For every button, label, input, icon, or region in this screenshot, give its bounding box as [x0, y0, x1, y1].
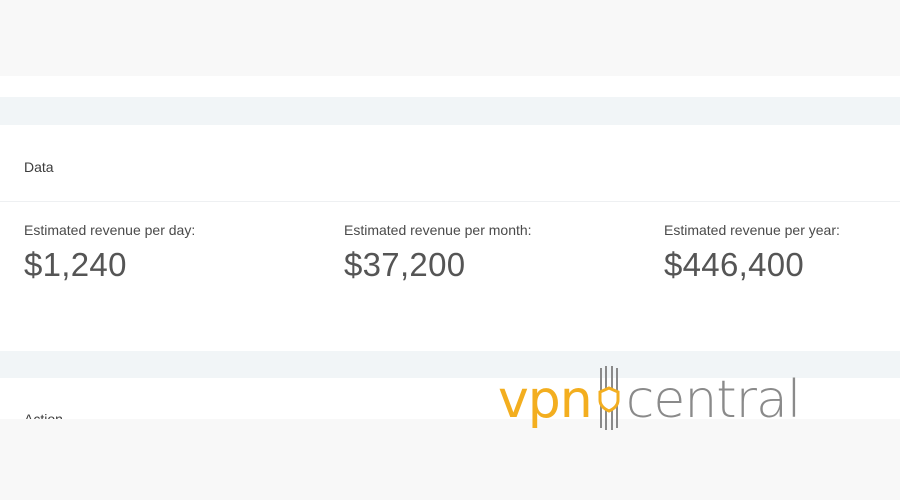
section-separator — [0, 97, 900, 125]
vpncentral-watermark-logo: vpn central — [498, 364, 802, 436]
stat-label: Estimated revenue per day: — [24, 222, 196, 238]
stat-revenue-per-year: Estimated revenue per year: $446,400 — [664, 222, 840, 284]
stat-value: $37,200 — [344, 246, 466, 283]
top-band — [0, 0, 900, 76]
stat-revenue-per-day: Estimated revenue per day: $1,240 — [24, 222, 195, 284]
logo-text-vpn: vpn — [498, 370, 593, 430]
stat-label: Estimated revenue per month: — [344, 222, 532, 238]
card-divider — [0, 201, 900, 202]
section-spacer — [0, 76, 900, 97]
data-card: Data Estimated revenue per day: $1,240 E… — [0, 125, 900, 351]
stat-value: $1,240 — [24, 246, 127, 283]
stat-value: $446,400 — [664, 246, 805, 283]
logo-text-central: central — [625, 370, 802, 430]
shield-icon — [596, 365, 622, 435]
stat-label: Estimated revenue per year: — [664, 222, 840, 238]
data-section-title: Data — [24, 159, 54, 175]
stat-revenue-per-month: Estimated revenue per month: $37,200 — [344, 222, 532, 284]
action-section-title: Action — [24, 411, 63, 419]
